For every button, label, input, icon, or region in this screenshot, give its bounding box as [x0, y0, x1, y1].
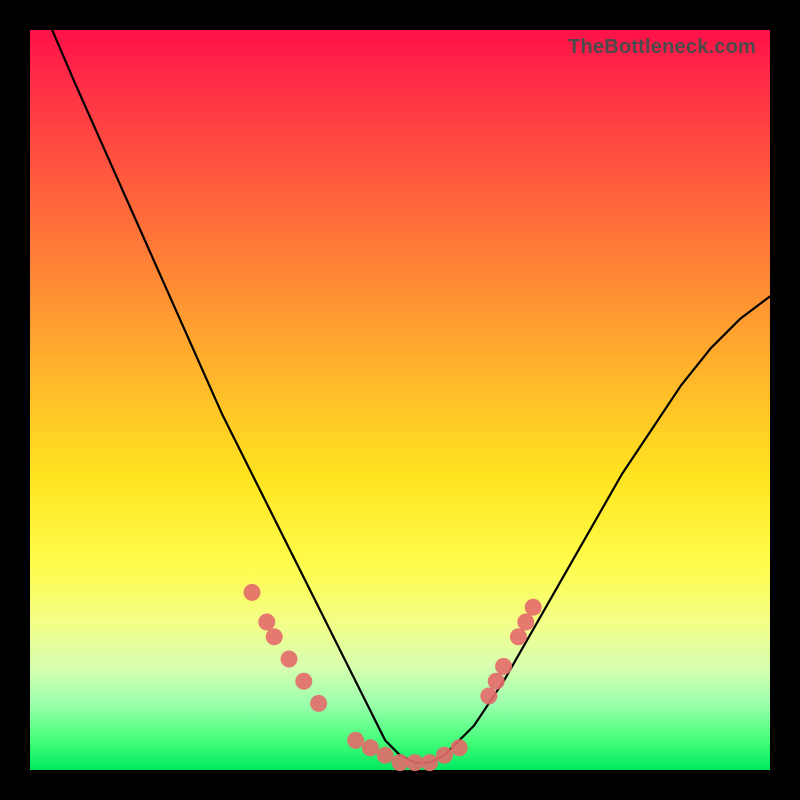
- marker-dot: [377, 747, 394, 764]
- marker-dot: [362, 739, 379, 756]
- marker-dot: [488, 673, 505, 690]
- marker-dot: [295, 673, 312, 690]
- marker-group: [244, 584, 542, 771]
- marker-dot: [421, 754, 438, 771]
- bottleneck-curve: [52, 30, 770, 763]
- chart-svg: [30, 30, 770, 770]
- marker-dot: [495, 658, 512, 675]
- marker-dot: [451, 739, 468, 756]
- marker-dot: [258, 614, 275, 631]
- marker-dot: [347, 732, 364, 749]
- marker-dot: [244, 584, 261, 601]
- marker-dot: [510, 628, 527, 645]
- marker-dot: [480, 688, 497, 705]
- marker-dot: [281, 651, 298, 668]
- marker-dot: [266, 628, 283, 645]
- marker-dot: [406, 754, 423, 771]
- chart-frame: TheBottleneck.com: [30, 30, 770, 770]
- marker-dot: [310, 695, 327, 712]
- marker-dot: [525, 599, 542, 616]
- marker-dot: [517, 614, 534, 631]
- marker-dot: [392, 754, 409, 771]
- marker-dot: [436, 747, 453, 764]
